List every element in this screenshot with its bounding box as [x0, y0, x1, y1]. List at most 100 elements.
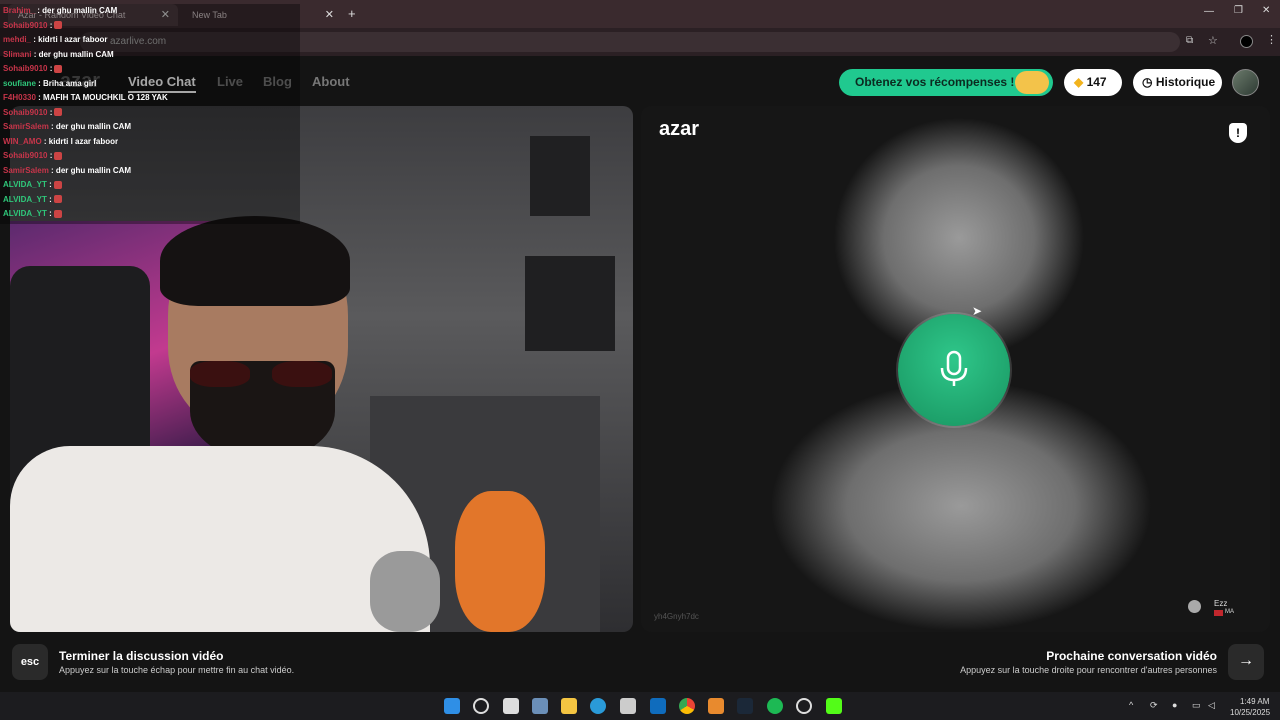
chat-text: : der ghu mallin CAM: [51, 122, 132, 131]
chat-username: Sohaib9010: [3, 20, 48, 30]
outlook-icon[interactable]: [650, 698, 666, 714]
network-icon[interactable]: ▭: [1192, 700, 1201, 711]
chat-text: : der ghu mallin CAM: [33, 49, 114, 59]
chat-text: :: [49, 194, 52, 204]
gem-icon: ◆: [1074, 75, 1084, 89]
partner-info[interactable]: Ezz MA: [1186, 596, 1246, 620]
chat-message: Sohaib9010 :: [3, 107, 63, 117]
azar-watermark: azar: [659, 118, 700, 140]
emote-icon: [54, 151, 63, 160]
chat-message: ALVIDA_YT :: [3, 209, 62, 218]
chat-username: ALVIDA_YT: [3, 194, 47, 204]
clock-date: 10/25/2025: [1230, 708, 1271, 717]
sync-icon[interactable]: ⟳: [1150, 700, 1158, 711]
store-icon[interactable]: [620, 698, 636, 714]
install-icon[interactable]: ⧉: [1186, 35, 1193, 46]
settings-icon[interactable]: [532, 698, 548, 714]
star-icon[interactable]: ☆: [1208, 34, 1218, 47]
menu-icon[interactable]: ⋮: [1266, 33, 1277, 46]
rewards-button[interactable]: Obtenez vos récompenses !: [839, 69, 1053, 96]
flag-icon: [1214, 610, 1223, 616]
obs-icon[interactable]: [796, 698, 812, 714]
edge-icon[interactable]: [590, 698, 606, 714]
file-explorer-icon[interactable]: [561, 698, 577, 714]
volume-icon[interactable]: ◁: [1208, 700, 1215, 711]
microphone: [370, 551, 440, 632]
chat-username: Brahim_: [3, 6, 36, 15]
shield-icon[interactable]: !: [1229, 123, 1247, 143]
user-avatar[interactable]: [1232, 69, 1259, 96]
microphone-button[interactable]: [898, 314, 1010, 426]
chat-username: Sohaib9010: [3, 64, 48, 73]
monitor: [525, 256, 615, 351]
windows-icon[interactable]: [444, 698, 460, 714]
chat-username: Sohaib9010: [3, 151, 48, 160]
search-icon[interactable]: [473, 698, 489, 714]
minimize-icon[interactable]: —: [1204, 6, 1214, 17]
clock-time: 1:49 AM: [1240, 697, 1270, 706]
chat-message: F4H0330 : MAFIH TA MOUCHKIL O 128 YAK: [3, 93, 168, 102]
chat-text: :: [49, 151, 53, 160]
chat-text: :: [49, 209, 52, 218]
esc-key-button[interactable]: esc: [12, 644, 48, 680]
gems-counter[interactable]: ◆ 147: [1064, 69, 1122, 96]
maximize-icon[interactable]: ❐: [1234, 5, 1243, 16]
steam-icon[interactable]: [737, 698, 753, 714]
chat-message: Sohaib9010 :: [3, 64, 63, 73]
chat-username: Slimani: [3, 49, 32, 59]
new-tab-icon[interactable]: +: [348, 6, 356, 21]
chrome-icon[interactable]: [679, 698, 695, 714]
close-tab-icon[interactable]: ✕: [325, 8, 334, 21]
monitor: [530, 136, 590, 216]
sunglasses-right: [272, 361, 332, 387]
chat-text: : kidrti l azar faboor: [33, 35, 108, 44]
end-chat-hint: Appuyez sur la touche échap pour mettre …: [59, 665, 295, 675]
chat-text: : der ghu mallin CAM: [51, 165, 132, 175]
windows-taskbar: [0, 692, 1280, 720]
chat-message: mehdi_ : kidrti l azar faboor: [3, 35, 107, 44]
chat-username: F4H0330: [3, 93, 36, 102]
chat-message: Brahim_ : der ghu mallin CAM: [3, 6, 117, 15]
chat-username: Sohaib9010: [3, 107, 48, 117]
chat-text: : kidrti l azar faboor: [43, 136, 119, 146]
chat-text: : der ghu mallin CAM: [37, 6, 118, 15]
next-chat-hint: Appuyez sur la touche droite pour rencon…: [960, 665, 1217, 675]
next-chat-button[interactable]: →: [1228, 644, 1264, 680]
emote-icon: [54, 108, 63, 117]
chat-message: SamirSalem : der ghu mallin CAM: [3, 122, 131, 131]
history-button[interactable]: ◷ Historique: [1133, 69, 1222, 96]
chat-username: ALVIDA_YT: [3, 209, 47, 218]
stream-chat-overlay: Brahim_ : der ghu mallin CAM Sohaib9010 :…: [0, 4, 300, 224]
chevron-up-icon[interactable]: ^: [1129, 700, 1133, 710]
chat-text: :: [49, 20, 53, 30]
sunglasses-left: [190, 361, 250, 387]
nav-about[interactable]: About: [312, 74, 350, 89]
chat-text: : Briha ama girl: [38, 78, 97, 88]
mic-icon: [940, 350, 968, 386]
chat-text: : MAFIH TA MOUCHKIL O 128 YAK: [38, 93, 168, 102]
emote-icon: [53, 209, 62, 218]
task-view-icon[interactable]: [503, 698, 519, 714]
kick-icon[interactable]: [826, 698, 842, 714]
chat-username: soufiane: [3, 78, 36, 88]
next-chat-title: Prochaine conversation vidéo: [1046, 649, 1217, 663]
chat-message: ALVIDA_YT :: [3, 195, 62, 204]
arrow-right-icon: →: [1238, 652, 1254, 669]
chat-text: :: [49, 180, 52, 189]
chat-message: Sohaib9010 :: [3, 20, 63, 30]
mic-tray-icon[interactable]: ●: [1172, 700, 1177, 710]
chat-message: WIN_AMO : kidrti l azar faboor: [3, 137, 118, 146]
app-icon[interactable]: [708, 698, 724, 714]
emote-icon: [54, 64, 63, 73]
partner-country: MA: [1225, 609, 1234, 615]
gems-value: 147: [1086, 75, 1107, 89]
emote-icon: [54, 21, 63, 30]
clock-icon: ◷: [1142, 75, 1153, 89]
end-chat-title: Terminer la discussion vidéo: [59, 649, 224, 663]
spotify-icon[interactable]: [767, 698, 783, 714]
chat-message: ALVIDA_YT :: [3, 180, 62, 189]
close-window-icon[interactable]: ✕: [1262, 5, 1270, 16]
chat-message: Slimani : der ghu mallin CAM: [3, 50, 114, 59]
chat-username: SamirSalem: [3, 122, 49, 131]
profile-icon[interactable]: [1240, 35, 1253, 48]
